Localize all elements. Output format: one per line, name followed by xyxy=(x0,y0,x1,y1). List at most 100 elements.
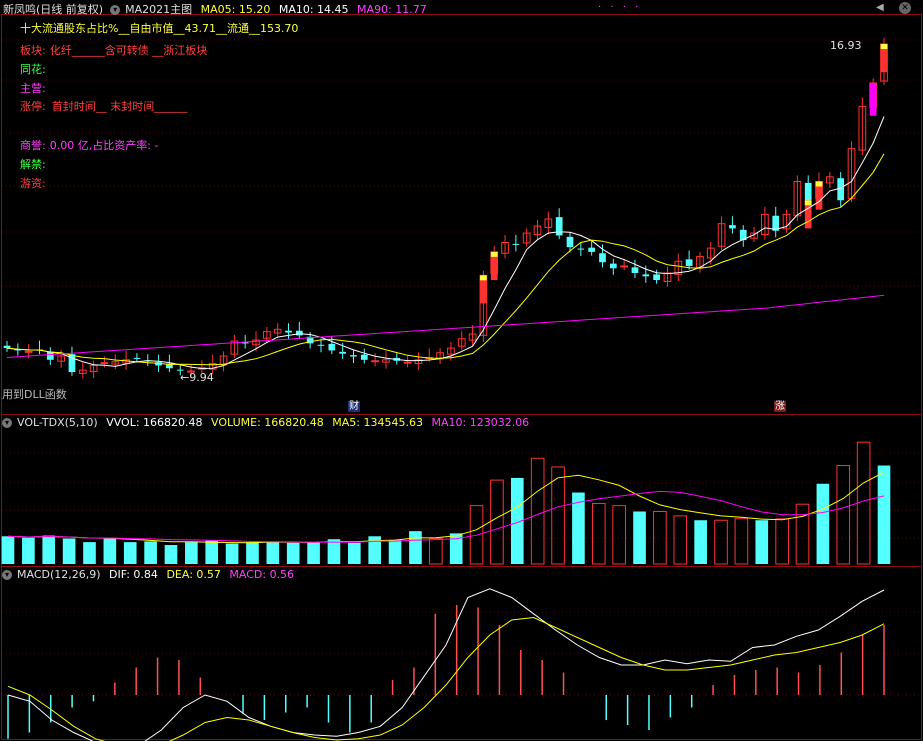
volume-bar xyxy=(83,542,96,564)
candle-body xyxy=(685,259,693,266)
volume-bar xyxy=(327,539,341,564)
volume-bar xyxy=(225,543,239,564)
volume-bar xyxy=(551,466,565,565)
youzi-label: 游资: xyxy=(20,177,46,190)
candle-body xyxy=(837,178,845,201)
volume-bar xyxy=(653,510,667,565)
volume-bar xyxy=(42,535,56,564)
ma90-label: MA90: 11.77 xyxy=(357,3,427,16)
candle-body xyxy=(599,253,606,263)
limit-up-tip xyxy=(490,251,498,257)
volume-bar xyxy=(694,520,707,564)
color-dots: · · · · xyxy=(598,2,642,13)
volume-menu-icon[interactable]: ▾ xyxy=(2,418,12,428)
limit-up-tip xyxy=(815,181,823,187)
candle-body xyxy=(295,330,303,336)
candle-body xyxy=(24,350,33,353)
volume-bar xyxy=(755,520,769,564)
macd-menu-icon[interactable]: ▾ xyxy=(2,570,12,580)
volume-bar xyxy=(428,537,443,565)
jiejin-label: 解禁: xyxy=(20,158,46,171)
volume-bar xyxy=(409,531,422,564)
zhangting-row: 涨停: 首封时间__ 末封时间______ xyxy=(20,100,188,113)
candle-body xyxy=(403,361,412,364)
candle-body xyxy=(512,243,520,245)
candle-body xyxy=(653,274,660,281)
volume-bar xyxy=(246,542,259,564)
limit-up-marker[interactable]: 涨 xyxy=(774,401,786,412)
volume-bar xyxy=(348,542,361,564)
candle-body xyxy=(46,351,54,360)
candle-body xyxy=(555,217,563,236)
volume-indicator-name[interactable]: VOL-TDX(5,10) xyxy=(17,416,98,429)
high-price-label: 16.93 xyxy=(830,39,862,52)
candle-body xyxy=(609,263,617,269)
candle-body xyxy=(620,265,629,268)
dif-label: DIF: 0.84 xyxy=(109,568,158,581)
volume-bar xyxy=(103,537,117,564)
candle-body xyxy=(566,236,574,248)
candle-body xyxy=(133,357,141,359)
macd-indicator-name[interactable]: MACD(12,26,9) xyxy=(17,568,101,581)
volume-bar xyxy=(734,518,749,565)
volume-bar xyxy=(775,518,789,565)
indicator-menu-icon[interactable]: ▾ xyxy=(110,5,121,15)
volume-bar xyxy=(816,483,830,564)
volume-bar xyxy=(530,457,545,565)
ma10-label: MA10: 14.45 xyxy=(278,3,349,16)
volume-bar xyxy=(388,539,402,564)
volume-bar xyxy=(673,515,688,565)
volume-bar xyxy=(123,542,137,564)
volume-bar xyxy=(286,542,300,564)
limit-up-tip xyxy=(804,200,812,206)
candle-body xyxy=(328,343,336,351)
candle-body xyxy=(350,355,357,357)
volume-label: VOLUME: 166820.48 xyxy=(211,416,324,429)
indicator-name[interactable]: MA2021主图 xyxy=(125,3,192,16)
tonghua-label: 同花: xyxy=(20,63,46,76)
volume-bar xyxy=(205,540,219,564)
vvol-label: VVOL: 166820.48 xyxy=(106,416,203,429)
candle-body xyxy=(285,330,292,333)
volume-bar xyxy=(490,479,504,565)
volume-bar xyxy=(62,538,76,564)
candle-body xyxy=(360,354,368,360)
stock-title[interactable]: 新凤鸣(日线 前复权) xyxy=(3,3,103,16)
candle-body xyxy=(729,225,736,229)
candle-body xyxy=(631,267,639,273)
volume-bar xyxy=(856,441,871,565)
volume-bar xyxy=(307,542,320,564)
volume-bar xyxy=(877,465,891,564)
volume-ma10-line xyxy=(7,490,885,543)
ma05-label: MA05: 15.20 xyxy=(200,3,271,16)
candle-body xyxy=(371,360,379,363)
prev-icon[interactable]: ◀ xyxy=(876,2,884,13)
candle-body xyxy=(642,274,650,277)
limit-up-tip xyxy=(880,44,888,49)
limit-up-tip xyxy=(480,275,487,281)
candle-body xyxy=(588,247,596,252)
candle-body xyxy=(339,351,346,354)
close-icon[interactable]: ✕ xyxy=(899,2,911,14)
vol-ma5-label: MA5: 134545.63 xyxy=(332,416,423,429)
candle-body xyxy=(804,182,812,201)
volume-bar xyxy=(164,545,178,564)
main-header: 新凤鸣(日线 前复权) ▾ MA2021主图 MA05: 15.20 MA10: 1… xyxy=(0,1,432,16)
volume-bar xyxy=(795,503,810,565)
ma10-line xyxy=(6,153,885,366)
macd-label: MACD: 0.56 xyxy=(229,568,295,581)
dea-line xyxy=(7,616,885,741)
finance-marker[interactable]: 财 xyxy=(348,401,360,412)
volume-bar xyxy=(591,502,606,565)
ma05-line xyxy=(6,116,885,370)
ma90-line xyxy=(6,294,885,358)
board-row: 板块: 化纤______含可转债 __浙江板块 xyxy=(20,44,208,57)
dll-function-label: 用到DLL函数 xyxy=(2,388,67,401)
low-price-label: ←9.94 xyxy=(180,371,214,384)
volume-bar xyxy=(836,465,851,565)
dea-label: DEA: 0.57 xyxy=(166,568,221,581)
candle-body xyxy=(3,345,11,349)
stock-chart-window: 新凤鸣(日线 前复权) ▾ MA2021主图 MA05: 15.20 MA10: 1… xyxy=(0,0,923,741)
candle-body xyxy=(100,362,109,365)
volume-bar xyxy=(612,505,626,565)
